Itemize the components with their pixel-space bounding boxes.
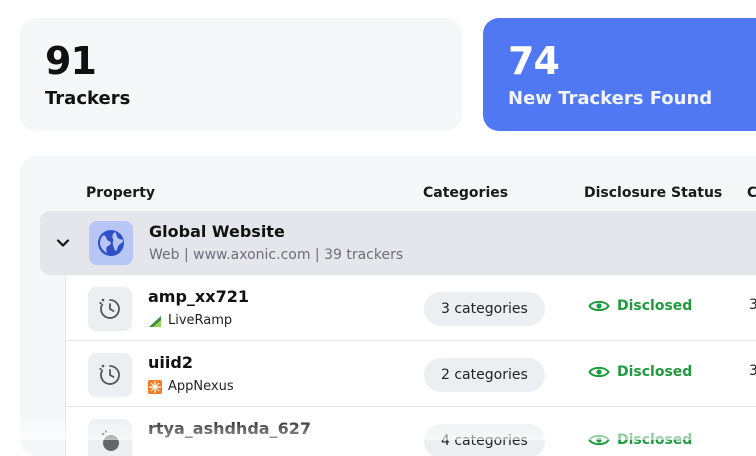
property-group-subtitle: Web | www.axonic.com | 39 trackers [149, 247, 404, 263]
disclosure-status: Disclosed [588, 432, 692, 448]
table-row[interactable]: amp_xx721 LiveRamp 3 categories Disclose… [66, 275, 756, 341]
vendor-label: AppNexus [168, 379, 234, 394]
cookie-icon [88, 419, 132, 456]
column-header-categories[interactable]: Categories [423, 185, 508, 201]
disclosure-status-label: Disclosed [617, 432, 693, 448]
new-trackers-count: 74 [508, 39, 560, 83]
eye-icon [588, 366, 610, 378]
globe-icon [89, 221, 133, 265]
categories-pill[interactable]: 2 categories [424, 358, 545, 392]
disclosure-status: Disclosed [588, 298, 692, 314]
tracker-name[interactable]: uiid2 [148, 353, 193, 372]
chevron-down-icon[interactable] [55, 235, 71, 251]
tracker-vendor: LiveRamp [148, 313, 232, 328]
trackers-label: Trackers [45, 88, 131, 109]
vendor-label: LiveRamp [168, 313, 233, 328]
property-group-row[interactable]: Global Website Web | www.axonic.com | 39… [40, 211, 756, 275]
truncated-cell: 3 [749, 363, 756, 379]
new-trackers-stat-card[interactable]: 74 New Trackers Found [483, 18, 756, 131]
column-header-disclosure-status[interactable]: Disclosure Status [584, 185, 722, 201]
categories-pill[interactable]: 3 categories [424, 292, 545, 326]
table-row[interactable]: rtya_ashdhda_627 4 categories Disclosed [66, 407, 756, 456]
tracker-name[interactable]: amp_xx721 [148, 287, 249, 306]
column-header-property[interactable]: Property [86, 185, 155, 201]
liveramp-logo-icon [149, 315, 161, 327]
disclosure-status: Disclosed [588, 364, 692, 380]
column-header-truncated[interactable]: C [747, 185, 756, 201]
categories-pill[interactable]: 4 categories [424, 424, 545, 456]
new-trackers-label: New Trackers Found [508, 88, 713, 109]
truncated-cell: 3 [749, 297, 756, 313]
trackers-table: Property Categories Disclosure Status C … [20, 156, 756, 456]
tracker-name[interactable]: rtya_ashdhda_627 [148, 419, 311, 438]
eye-icon [588, 434, 610, 446]
disclosure-status-label: Disclosed [617, 364, 693, 380]
tracker-rows: amp_xx721 LiveRamp 3 categories Disclose… [65, 275, 756, 456]
cookie-timer-icon [88, 287, 132, 331]
property-group-title: Global Website [149, 222, 285, 241]
disclosure-status-label: Disclosed [617, 298, 693, 314]
eye-icon [588, 300, 610, 312]
trackers-count: 91 [45, 39, 97, 83]
appnexus-logo-icon [148, 379, 162, 394]
trackers-stat-card: 91 Trackers [20, 18, 462, 131]
cookie-timer-icon [88, 353, 132, 397]
tracker-vendor: AppNexus [148, 379, 234, 394]
table-row[interactable]: uiid2 AppNexus 2 categories Disclosed 3 [66, 341, 756, 407]
